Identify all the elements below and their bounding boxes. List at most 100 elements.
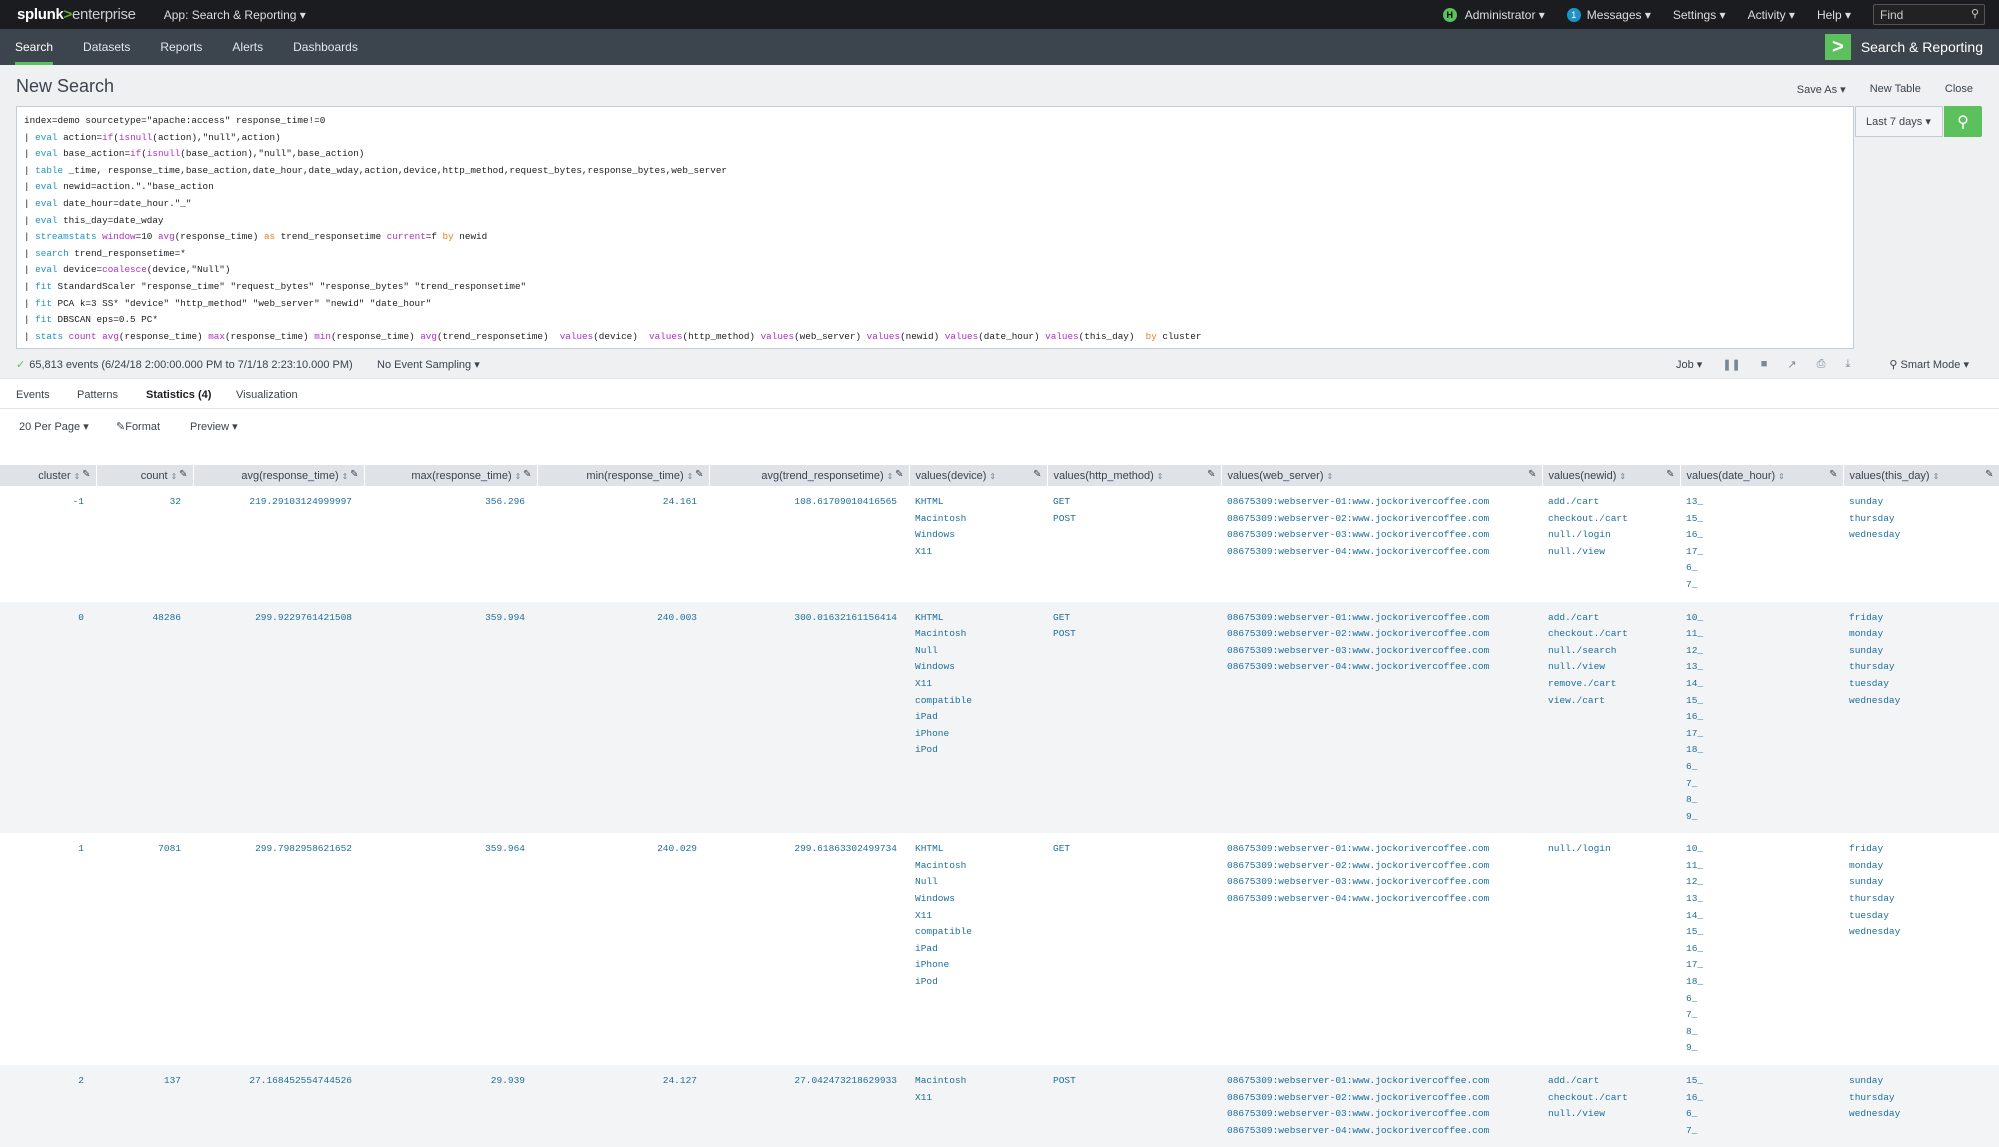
cell-values-device[interactable]: KHTML Macintosh Null Windows X11 compati… (909, 601, 1047, 834)
pencil-icon[interactable]: ✎ (1033, 469, 1041, 480)
pencil-icon[interactable]: ✎ (179, 469, 187, 480)
nav-datasets[interactable]: Datasets (68, 29, 145, 65)
cell-min-response-time[interactable]: 240.029 (537, 833, 709, 1065)
cell-min-response-time[interactable]: 24.127 (537, 1065, 709, 1147)
cell-values-newid[interactable]: null./login (1542, 833, 1680, 1065)
cell-values-device[interactable]: KHTML Macintosh Windows X11 (909, 486, 1047, 602)
time-range-picker[interactable]: Last 7 days ▾ (1855, 106, 1943, 137)
nav-dashboards[interactable]: Dashboards (278, 29, 373, 65)
column-header-values-this-day[interactable]: values(this_day) ⇕ ✎ (1843, 465, 1999, 486)
pencil-icon[interactable]: ✎ (1666, 469, 1674, 480)
cell-avg-response-time[interactable]: 299.7982958621652 (193, 833, 364, 1065)
cell-avg-response-time[interactable]: 27.168452554744526 (193, 1065, 364, 1147)
cell-values-newid[interactable]: add./cart checkout./cart null./view (1542, 1065, 1680, 1147)
help-menu[interactable]: Help ▾ (1817, 8, 1851, 22)
pencil-icon[interactable]: ✎ (695, 469, 703, 480)
settings-menu[interactable]: Settings ▾ (1673, 8, 1726, 22)
cell-values-device[interactable]: KHTML Macintosh Null Windows X11 compati… (909, 833, 1047, 1065)
cell-values-date-hour[interactable]: 15_ 16_ 6_ 7_ (1680, 1065, 1843, 1147)
nav-reports[interactable]: Reports (145, 29, 217, 65)
format-button[interactable]: ✎Format (116, 420, 160, 433)
column-header-values-web-server[interactable]: values(web_server) ⇕ ✎ (1221, 465, 1543, 486)
pencil-icon[interactable]: ✎ (1985, 469, 1993, 480)
cell-values-web-server[interactable]: 08675309:webserver-01:www.jockorivercoff… (1221, 486, 1542, 602)
sort-icon[interactable]: ⇕ (515, 472, 522, 481)
column-header-max-response-time[interactable]: max(response_time) ⇕ ✎ (364, 465, 538, 486)
tab-events[interactable]: Events (16, 389, 50, 401)
column-header-count[interactable]: count ⇕ ✎ (96, 465, 194, 486)
cell-min-response-time[interactable]: 240.003 (537, 601, 709, 834)
cell-count[interactable]: 32 (96, 486, 193, 602)
cell-values-date-hour[interactable]: 10_ 11_ 12_ 13_ 14_ 15_ 16_ 17_ 18_ 6_ 7… (1680, 833, 1843, 1065)
cell-values-http-method[interactable]: GET (1047, 833, 1221, 1065)
pencil-icon[interactable]: ✎ (1528, 469, 1536, 480)
pencil-icon[interactable]: ✎ (1829, 469, 1837, 480)
save-as-button[interactable]: Save As ▾ (1797, 83, 1846, 96)
pencil-icon[interactable]: ✎ (82, 469, 90, 480)
stop-icon[interactable]: ■ (1761, 358, 1768, 371)
job-menu[interactable]: Job ▾ (1676, 358, 1702, 371)
cell-count[interactable]: 48286 (96, 601, 193, 834)
pencil-icon[interactable]: ✎ (350, 469, 358, 480)
cell-values-newid[interactable]: add./cart checkout./cart null./login nul… (1542, 486, 1680, 602)
cell-max-response-time[interactable]: 359.964 (364, 833, 537, 1065)
column-header-values-device[interactable]: values(device) ⇕ ✎ (909, 465, 1048, 486)
sort-icon[interactable]: ⇕ (74, 472, 81, 481)
search-mode-dropdown[interactable]: ⚲ Smart Mode ▾ (1889, 358, 1969, 371)
pencil-icon[interactable]: ✎ (895, 469, 903, 480)
nav-search[interactable]: Search (0, 29, 68, 65)
column-header-values-date-hour[interactable]: values(date_hour) ⇕ ✎ (1680, 465, 1844, 486)
cell-values-web-server[interactable]: 08675309:webserver-01:www.jockorivercoff… (1221, 833, 1542, 1065)
cell-cluster[interactable]: -1 (0, 486, 96, 602)
pause-icon[interactable]: ❚❚ (1722, 358, 1740, 371)
cell-avg-trend-responsetime[interactable]: 299.61863302499734 (709, 833, 909, 1065)
sort-icon[interactable]: ⇕ (1778, 472, 1785, 481)
cell-values-http-method[interactable]: GET POST (1047, 486, 1221, 602)
cell-count[interactable]: 137 (96, 1065, 193, 1147)
cell-avg-trend-responsetime[interactable]: 300.01632161156414 (709, 601, 909, 834)
per-page-dropdown[interactable]: 20 Per Page ▾ (19, 420, 89, 433)
cell-values-this-day[interactable]: friday monday sunday thursday tuesday we… (1843, 833, 1999, 1065)
cell-values-device[interactable]: Macintosh X11 (909, 1065, 1047, 1147)
sort-icon[interactable]: ⇕ (1619, 472, 1626, 481)
app-menu[interactable]: App: Search & Reporting ▾ (164, 8, 306, 22)
sort-icon[interactable]: ⇕ (887, 472, 894, 481)
column-header-avg-trend-responsetime[interactable]: avg(trend_responsetime) ⇕ ✎ (709, 465, 910, 486)
activity-menu[interactable]: Activity ▾ (1748, 8, 1795, 22)
share-icon[interactable]: ↗ (1787, 358, 1796, 371)
pencil-icon[interactable]: ✎ (1207, 469, 1215, 480)
tab-patterns[interactable]: Patterns (77, 389, 118, 401)
cell-values-date-hour[interactable]: 13_ 15_ 16_ 17_ 6_ 7_ (1680, 486, 1843, 602)
cell-cluster[interactable]: 0 (0, 601, 96, 834)
cell-values-newid[interactable]: add./cart checkout./cart null./search nu… (1542, 601, 1680, 834)
preview-dropdown[interactable]: Preview ▾ (190, 420, 238, 433)
search-query-editor[interactable]: index=demo sourcetype="apache:access" re… (16, 106, 1854, 349)
column-header-avg-response-time[interactable]: avg(response_time) ⇕ ✎ (193, 465, 365, 486)
cell-values-http-method[interactable]: GET POST (1047, 601, 1221, 834)
cell-avg-trend-responsetime[interactable]: 108.61709010416565 (709, 486, 909, 602)
cell-avg-response-time[interactable]: 219.29103124999997 (193, 486, 364, 602)
messages-menu[interactable]: 1 Messages ▾ (1566, 7, 1651, 22)
cell-values-web-server[interactable]: 08675309:webserver-01:www.jockorivercoff… (1221, 1065, 1542, 1147)
sort-icon[interactable]: ⇕ (989, 472, 996, 481)
cell-cluster[interactable]: 2 (0, 1065, 96, 1147)
column-header-values-http-method[interactable]: values(http_method) ⇕ ✎ (1047, 465, 1222, 486)
cell-avg-response-time[interactable]: 299.9229761421508 (193, 601, 364, 834)
pencil-icon[interactable]: ✎ (523, 469, 531, 480)
user-menu[interactable]: H Administrator ▾ (1442, 7, 1545, 22)
cell-avg-trend-responsetime[interactable]: 27.042473218629933 (709, 1065, 909, 1147)
sort-icon[interactable]: ⇕ (687, 472, 694, 481)
cell-values-this-day[interactable]: sunday thursday wednesday (1843, 1065, 1999, 1147)
cell-max-response-time[interactable]: 29.939 (364, 1065, 537, 1147)
export-icon[interactable]: ⤓ (1845, 358, 1850, 371)
sort-icon[interactable]: ⇕ (342, 472, 349, 481)
tab-visualization[interactable]: Visualization (236, 389, 298, 401)
close-button[interactable]: Close (1945, 83, 1973, 96)
cell-values-this-day[interactable]: sunday thursday wednesday (1843, 486, 1999, 602)
nav-alerts[interactable]: Alerts (217, 29, 278, 65)
cell-max-response-time[interactable]: 359.994 (364, 601, 537, 834)
sort-icon[interactable]: ⇕ (1933, 472, 1940, 481)
cell-values-http-method[interactable]: POST (1047, 1065, 1221, 1147)
cell-count[interactable]: 7081 (96, 833, 193, 1065)
new-table-button[interactable]: New Table (1870, 83, 1921, 96)
